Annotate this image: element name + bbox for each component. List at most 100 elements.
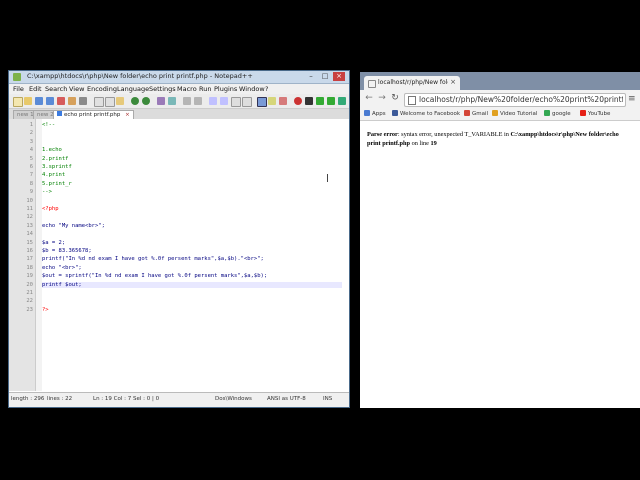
menu-encoding[interactable]: Encoding <box>87 85 117 93</box>
menu-search[interactable]: Search <box>45 85 67 93</box>
browser-tab[interactable]: localhost/r/php/New fold × <box>364 76 460 90</box>
save-all-icon[interactable] <box>46 97 54 105</box>
code-line[interactable]: $a = 2; <box>42 240 65 246</box>
code-line[interactable]: printf $out; <box>42 281 342 288</box>
menu-macro[interactable]: Macro <box>177 85 197 93</box>
line-number: 10 <box>26 197 33 204</box>
code-line[interactable]: 5.print_r <box>42 181 72 187</box>
close-all-icon[interactable] <box>68 97 76 105</box>
maximize-icon[interactable]: □ <box>319 72 331 81</box>
zoom-in-icon[interactable] <box>183 97 191 105</box>
code-line[interactable]: <?php <box>42 206 59 212</box>
print-icon[interactable] <box>79 97 87 105</box>
error-message: : syntax error, unexpected T_VARIABLE in <box>397 131 511 138</box>
minimize-icon[interactable]: – <box>305 72 317 81</box>
menu-edit[interactable]: Edit <box>29 85 42 93</box>
close-tab-icon[interactable]: × <box>450 78 456 86</box>
sync-horizontal-icon[interactable] <box>220 97 228 105</box>
cut-icon[interactable] <box>94 97 104 107</box>
show-all-chars-icon[interactable] <box>242 97 252 107</box>
saved-file-icon <box>57 111 62 116</box>
close-icon[interactable]: × <box>333 72 345 81</box>
line-number: 19 <box>26 273 33 280</box>
bookmark-google[interactable]: google <box>544 109 571 119</box>
close-tab-icon[interactable]: × <box>125 112 130 118</box>
notepadpp-titlebar[interactable]: C:\xampp\htdocs\r\php\New folder\echo pr… <box>9 71 349 84</box>
back-arrow-icon[interactable]: ← <box>364 93 374 103</box>
play-macro-icon[interactable] <box>316 97 324 105</box>
browser-tab-title: localhost/r/php/New fold <box>378 79 448 86</box>
undo-icon[interactable] <box>131 97 139 105</box>
video-tutorial-icon <box>492 110 498 116</box>
sync-vertical-icon[interactable] <box>209 97 217 105</box>
bookmark-video-tutorial[interactable]: Video Tutorial <box>492 109 537 119</box>
close-file-icon[interactable] <box>57 97 65 105</box>
indent-guide-icon[interactable] <box>257 97 267 107</box>
code-editor[interactable]: 1 2 3 4 5 6 7 8 9 10 11 12 13 14 15 16 17 18 19 20 21 22 23 <!… <box>9 119 349 391</box>
forward-arrow-icon[interactable]: → <box>377 93 387 103</box>
stop-macro-icon[interactable] <box>305 97 313 105</box>
code-line[interactable]: <!-- <box>42 122 55 128</box>
line-number: 7 <box>29 172 33 179</box>
code-line[interactable]: 1.echo <box>42 147 62 153</box>
code-line[interactable]: 4.print <box>42 172 65 178</box>
status-encoding: ANSI as UTF-8 <box>267 396 306 402</box>
menu-view[interactable]: View <box>69 85 84 93</box>
window-title: C:\xampp\htdocs\r\php\New folder\echo pr… <box>27 72 253 80</box>
bookmark-gmail[interactable]: Gmail <box>464 109 488 119</box>
page-favicon-icon <box>368 80 376 88</box>
code-line[interactable]: --> <box>42 189 52 195</box>
code-line[interactable]: 3.sprintf <box>42 164 72 170</box>
open-file-icon[interactable] <box>24 97 32 105</box>
line-number: 5 <box>29 155 33 162</box>
code-line[interactable]: 2.printf <box>42 156 69 162</box>
menu-settings[interactable]: Settings <box>149 85 176 93</box>
paste-icon[interactable] <box>116 97 124 105</box>
code-line[interactable]: ?> <box>42 307 49 313</box>
menu-run[interactable]: Run <box>199 85 211 93</box>
menu-file[interactable]: File <box>13 85 24 93</box>
page-info-icon[interactable] <box>408 96 416 105</box>
user-lang-icon[interactable] <box>268 97 276 105</box>
gmail-icon <box>464 110 470 116</box>
reload-icon[interactable]: ↻ <box>390 93 400 103</box>
code-line[interactable]: $b = 83.365678; <box>42 248 92 254</box>
menu-window[interactable]: Window <box>239 85 265 93</box>
save-macro-icon[interactable] <box>338 97 346 105</box>
run-macro-multiple-icon[interactable] <box>327 97 335 105</box>
line-number: 12 <box>26 214 33 221</box>
menu-help[interactable]: ? <box>265 85 268 93</box>
bookmark-apps[interactable]: Apps <box>364 109 386 119</box>
bookmarks-bar: Apps Welcome to Facebook Gmail Video Tut… <box>360 108 640 121</box>
bookmark-youtube[interactable]: YouTube <box>580 109 610 119</box>
line-number: 11 <box>26 206 33 212</box>
word-wrap-icon[interactable] <box>231 97 241 107</box>
code-line[interactable]: echo "<br>"; <box>42 265 82 271</box>
copy-icon[interactable] <box>105 97 115 107</box>
menu-plugins[interactable]: Plugins <box>214 85 237 93</box>
line-number: 6 <box>29 164 33 170</box>
redo-icon[interactable] <box>142 97 150 105</box>
code-line[interactable]: $out = sprintf("In %d nd exam I have got… <box>42 273 267 279</box>
menu-language[interactable]: Language <box>117 85 149 93</box>
replace-icon[interactable] <box>168 97 176 105</box>
new-file-icon[interactable] <box>13 97 23 107</box>
zoom-out-icon[interactable] <box>194 97 202 105</box>
line-number: 13 <box>26 222 33 229</box>
code-line[interactable]: echo "My name<br>"; <box>42 223 105 229</box>
bookmark-facebook[interactable]: Welcome to Facebook <box>392 109 460 119</box>
address-bar[interactable]: localhost/r/php/New%20folder/echo%20prin… <box>404 93 626 107</box>
save-icon[interactable] <box>35 97 43 105</box>
record-macro-icon[interactable] <box>294 97 302 105</box>
error-line-number: 19 <box>430 140 437 147</box>
code-line[interactable]: printf("In %d nd exam I have got %.0f pe… <box>42 256 264 262</box>
line-number: 21 <box>26 290 33 296</box>
doc-map-icon[interactable] <box>279 97 287 105</box>
status-bar: length : 296 lines : 22 Ln : 19 Col : 7 … <box>9 392 349 407</box>
line-number: 8 <box>29 180 33 187</box>
line-number: 18 <box>26 264 33 271</box>
browser-menu-icon[interactable]: ≡ <box>628 94 636 104</box>
find-icon[interactable] <box>157 97 165 105</box>
line-number: 16 <box>26 248 33 254</box>
status-lines: lines : 22 <box>47 396 73 402</box>
